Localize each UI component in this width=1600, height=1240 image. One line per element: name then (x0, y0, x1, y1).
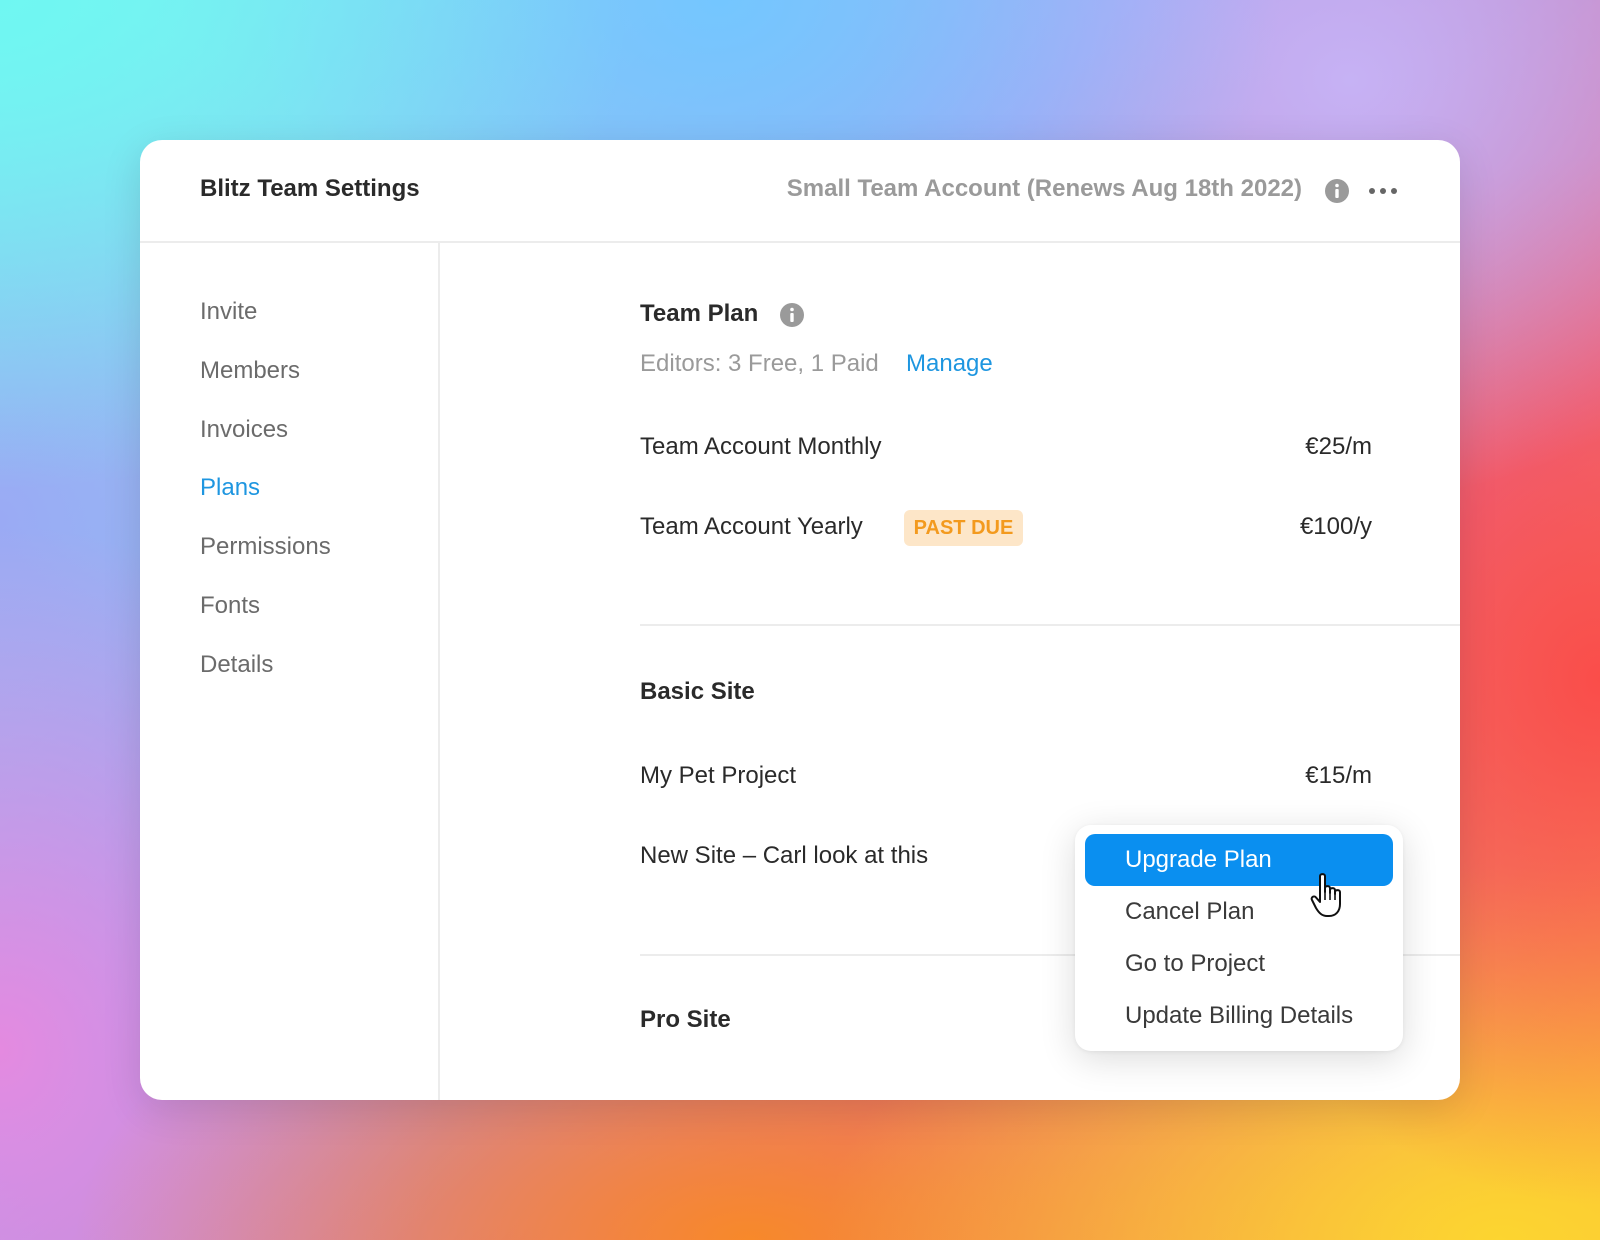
site-row-label: New Site – Carl look at this (640, 842, 929, 869)
plan-row-price: €100/y (1299, 513, 1372, 540)
basic-site-title: Basic Site (640, 678, 755, 705)
info-icon[interactable] (1324, 178, 1350, 204)
page-title: Blitz Team Settings (200, 175, 420, 202)
status-badge: PAST DUE (904, 510, 1023, 546)
sidebar-item-plans[interactable]: Plans (200, 474, 260, 502)
plan-actions-menu: Upgrade Plan Cancel Plan Go to Project U… (1075, 825, 1403, 1051)
card-header: Blitz Team Settings Small Team Account (… (140, 140, 1460, 243)
sidebar-item-invoices[interactable]: Invoices (200, 416, 288, 444)
sidebar-item-invite[interactable]: Invite (200, 298, 257, 326)
menu-item-go-to-project[interactable]: Go to Project (1085, 938, 1393, 990)
plan-row-label: Team Account Yearly (640, 513, 863, 540)
pro-site-title: Pro Site (640, 1006, 731, 1033)
sidebar-item-members[interactable]: Members (200, 357, 300, 385)
sidebar-item-details[interactable]: Details (200, 651, 273, 679)
site-row-label: My Pet Project (640, 762, 797, 789)
sidebar: Invite Members Invoices Plans Permission… (140, 243, 440, 1100)
plan-row-label: Team Account Monthly (640, 433, 882, 460)
manage-link[interactable]: Manage (906, 350, 993, 378)
info-icon[interactable] (779, 302, 805, 328)
hand-cursor-icon (1310, 873, 1341, 917)
sidebar-item-permissions[interactable]: Permissions (200, 533, 331, 561)
site-row-price: €15/m (1305, 762, 1372, 789)
plan-row-price: €25/m (1305, 433, 1372, 460)
sidebar-item-fonts[interactable]: Fonts (200, 592, 260, 620)
team-plan-title: Team Plan (640, 300, 759, 327)
more-horizontal-icon[interactable] (1366, 176, 1400, 206)
menu-item-update-billing-details[interactable]: Update Billing Details (1085, 990, 1393, 1042)
editors-summary: Editors: 3 Free, 1 Paid (640, 350, 879, 377)
section-divider (640, 624, 1460, 626)
account-info: Small Team Account (Renews Aug 18th 2022… (786, 175, 1302, 202)
